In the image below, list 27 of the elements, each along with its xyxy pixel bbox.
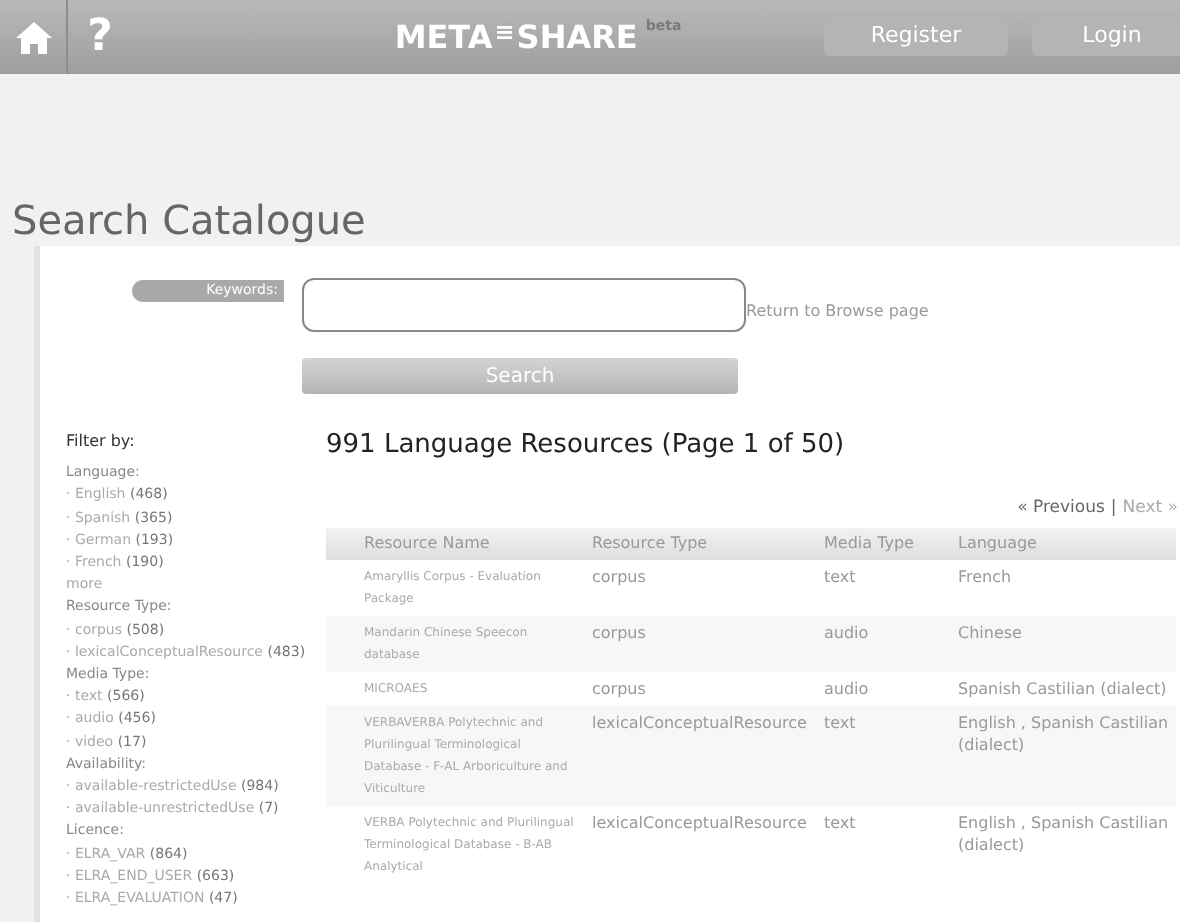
pager-separator: | — [1110, 496, 1117, 522]
table-cell: English , Spanish Castilian (dialect) — [958, 805, 1176, 883]
table-cell: corpus — [592, 615, 824, 671]
column-header: Resource Type — [592, 527, 824, 559]
table-cell: French — [958, 559, 1176, 615]
table-cell: English , Spanish Castilian (dialect) — [958, 705, 1176, 805]
previous-link[interactable]: « Previous — [1017, 496, 1105, 522]
table-cell: corpus — [592, 559, 824, 615]
results-title: 991 Language Resources (Page 1 of 50) — [326, 428, 847, 464]
column-header: Media Type — [824, 527, 958, 559]
filter-title: Filter by: — [66, 430, 137, 453]
logo: META≡SHARE — [394, 15, 638, 59]
return-link[interactable]: Return to Browse page — [746, 300, 929, 324]
table-cell: lexicalConceptualResource — [592, 705, 824, 805]
table-cell: Chinese — [958, 615, 1176, 671]
page-title: Search Catalogue — [10, 194, 368, 246]
table-cell: corpus — [592, 671, 824, 705]
column-header: Language — [958, 527, 1176, 559]
table-cell: text — [824, 805, 958, 883]
table-cell: lexicalConceptualResource — [592, 805, 824, 883]
table-cell: audio — [824, 615, 958, 671]
column-header: Resource Name — [326, 527, 592, 559]
table-cell: text — [824, 705, 958, 805]
table-cell: Spanish Castilian (dialect) — [958, 671, 1176, 705]
table-cell: text — [824, 559, 958, 615]
keywords-field[interactable] — [302, 278, 746, 332]
table-cell: audio — [824, 671, 958, 705]
